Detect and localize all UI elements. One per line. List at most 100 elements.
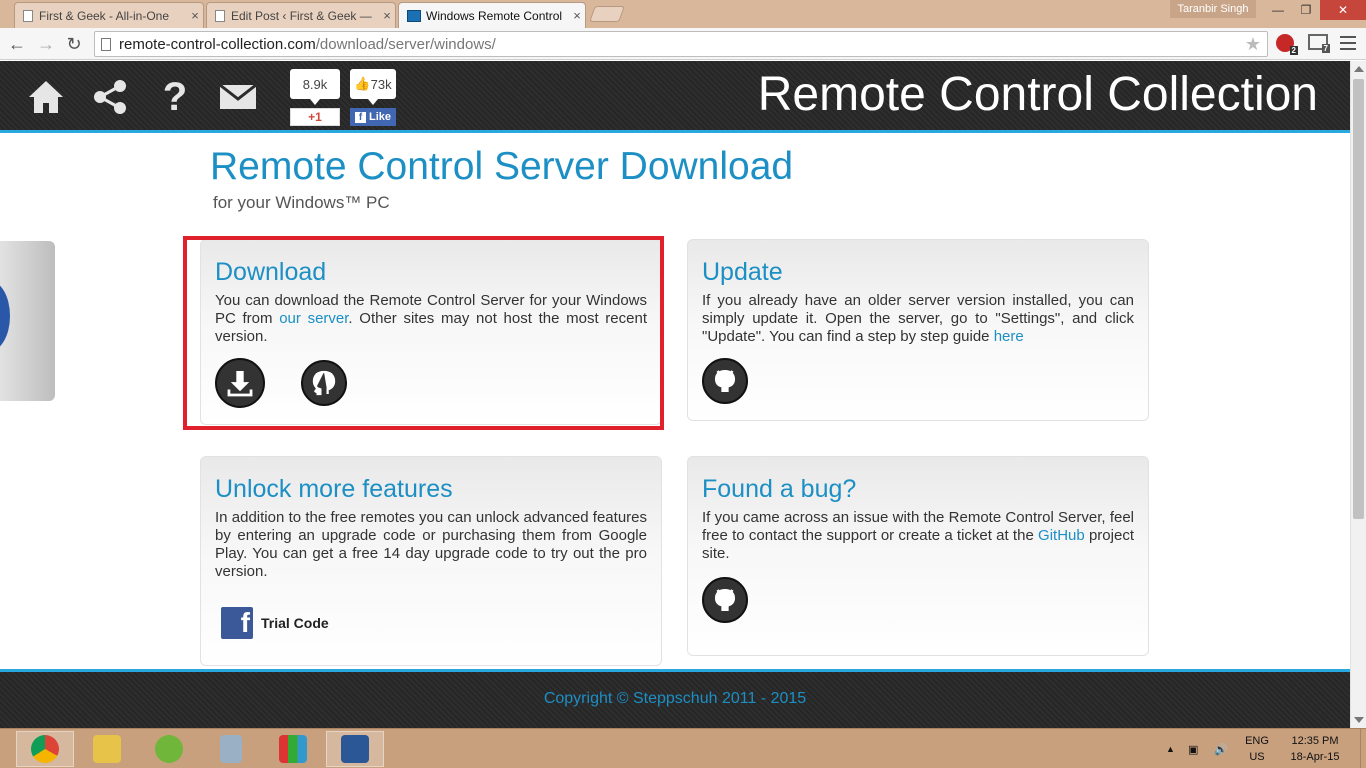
volume-icon[interactable]: 🔊 (1214, 729, 1230, 768)
page-scrollbar[interactable] (1350, 61, 1366, 728)
close-window-icon[interactable]: ✕ (1320, 0, 1366, 20)
lang-code: ENG (1245, 735, 1269, 747)
back-icon[interactable]: ← (6, 33, 28, 55)
copyright-text: Copyright © Steppschuh 2011 - 2015 (543, 690, 807, 707)
tray-expand-icon[interactable]: ▲ (1166, 729, 1178, 768)
taskbar-apps[interactable] (264, 731, 322, 767)
tab-title: Windows Remote Control (426, 8, 563, 23)
card-text: If you came across an issue with the Rem… (702, 509, 1134, 563)
page-icon (215, 9, 225, 22)
taskbar-calculator[interactable] (202, 731, 260, 767)
taskbar-word[interactable] (326, 731, 384, 767)
utorrent-icon (155, 735, 183, 763)
extension-badge: 7 (1321, 44, 1330, 53)
update-card: Update If you already have an older serv… (687, 239, 1149, 421)
taskbar-chrome[interactable] (16, 731, 74, 767)
folder-icon (93, 735, 121, 763)
close-tab-icon[interactable]: × (187, 8, 203, 23)
site-favicon-icon (407, 9, 421, 22)
gplus-label: +1 (308, 110, 322, 124)
globe-icon (0, 281, 10, 351)
unlock-features-card: Unlock more features In addition to the … (200, 456, 662, 666)
share-icon[interactable] (90, 77, 130, 117)
taskbar-utorrent[interactable] (140, 731, 198, 767)
reload-icon[interactable]: ↻ (63, 33, 85, 55)
extension-badge: 2 (1289, 46, 1298, 55)
tab-edit-post[interactable]: Edit Post ‹ First & Geek — × (206, 2, 396, 28)
site-footer: Copyright © Steppschuh 2011 - 2015 (0, 669, 1350, 728)
gplus-count: 8.9k (290, 69, 340, 105)
address-bar[interactable]: remote-control-collection.com/download/s… (94, 31, 1268, 57)
restore-icon[interactable]: ❐ (1292, 0, 1320, 20)
page-icon (23, 9, 33, 22)
network-icon[interactable]: ▣ (1188, 729, 1204, 768)
card-title: Update (702, 258, 783, 286)
tab-first-geek[interactable]: First & Geek - All-in-One × (14, 2, 204, 28)
lang-region: US (1249, 751, 1265, 763)
text-segment: If you already have an older server vers… (702, 292, 1134, 345)
trial-code-button[interactable]: f Trial Code (221, 607, 329, 639)
page-viewport: ? 8.9k +1 👍 73k f Like Remote Control Coll… (0, 61, 1350, 728)
gplus-button[interactable]: +1 (290, 108, 340, 126)
page-title: Remote Control Server Download (210, 145, 794, 188)
facebook-like-count: 👍 73k (350, 69, 396, 105)
help-icon[interactable]: ? (155, 77, 195, 117)
word-icon (341, 735, 369, 763)
close-tab-icon[interactable]: × (569, 8, 585, 23)
minimize-icon[interactable]: — (1264, 0, 1292, 20)
clock-time: 12:35 PM (1291, 735, 1339, 747)
thumbs-up-icon: 👍 (354, 76, 371, 91)
page-icon (101, 38, 111, 51)
card-text: If you already have an older server vers… (702, 292, 1134, 346)
taskbar-explorer[interactable] (78, 731, 136, 767)
extension-mail-icon[interactable]: 7 (1308, 34, 1330, 53)
clock[interactable]: 12:35 PM 18-Apr-15 (1280, 729, 1350, 768)
scrollbar-thumb[interactable] (1353, 79, 1364, 519)
apps-grid-icon (279, 735, 307, 763)
site-title: Remote Control Collection (757, 68, 1318, 121)
guide-here-link[interactable]: here (994, 328, 1024, 345)
browser-toolbar: ← → ↻ remote-control-collection.com/down… (0, 28, 1366, 60)
tab-title: First & Geek - All-in-One (39, 8, 170, 23)
mail-icon[interactable] (218, 77, 258, 117)
calculator-icon (220, 735, 242, 763)
card-text: In addition to the free remotes you can … (215, 509, 647, 580)
extension-adblock-icon[interactable]: 2 (1276, 34, 1298, 55)
screen: First & Geek - All-in-One × Edit Post ‹ … (0, 0, 1366, 768)
browser-menu-icon[interactable] (1340, 36, 1356, 50)
home-icon[interactable] (26, 77, 66, 117)
card-title: Found a bug? (702, 475, 857, 503)
clock-date: 18-Apr-15 (1290, 751, 1340, 763)
fb-like-label: Like (368, 111, 391, 123)
forward-icon[interactable]: → (35, 33, 57, 55)
trial-code-label: Trial Code (261, 615, 329, 631)
found-bug-card: Found a bug? If you came across an issue… (687, 456, 1149, 656)
highlight-box (183, 236, 664, 430)
facebook-icon: f (354, 111, 366, 123)
scroll-up-icon[interactable] (1354, 66, 1364, 72)
language-indicator[interactable]: ENG US (1240, 729, 1274, 768)
new-tab-button[interactable] (589, 6, 625, 22)
url-host: remote-control-collection.com (119, 36, 316, 53)
decorative-scroll-image (0, 241, 55, 401)
github-icon[interactable] (702, 577, 748, 623)
close-tab-icon[interactable]: × (379, 8, 395, 23)
facebook-icon: f (221, 607, 253, 639)
browser-tab-strip: First & Geek - All-in-One × Edit Post ‹ … (0, 0, 1366, 28)
tab-title: Edit Post ‹ First & Geek — (231, 8, 372, 23)
scroll-down-icon[interactable] (1354, 717, 1364, 723)
url-path: /download/server/windows/ (315, 36, 496, 53)
chrome-icon (31, 735, 59, 763)
tab-windows-remote-control[interactable]: Windows Remote Control × (398, 2, 586, 28)
profile-name[interactable]: Taranbir Singh (1170, 0, 1256, 18)
github-link[interactable]: GitHub (1038, 527, 1085, 544)
facebook-like-button[interactable]: f Like (350, 108, 396, 126)
page-subtitle: for your Windows™ PC (213, 193, 390, 212)
bookmark-star-icon[interactable]: ★ (1245, 34, 1261, 55)
site-header: ? 8.9k +1 👍 73k f Like Remote Control Coll… (0, 61, 1350, 133)
card-title: Unlock more features (215, 475, 453, 503)
show-desktop-button[interactable] (1360, 729, 1366, 768)
url-text[interactable]: remote-control-collection.com/download/s… (119, 36, 496, 53)
fb-count-value: 73k (370, 76, 392, 92)
github-icon[interactable] (702, 358, 748, 404)
